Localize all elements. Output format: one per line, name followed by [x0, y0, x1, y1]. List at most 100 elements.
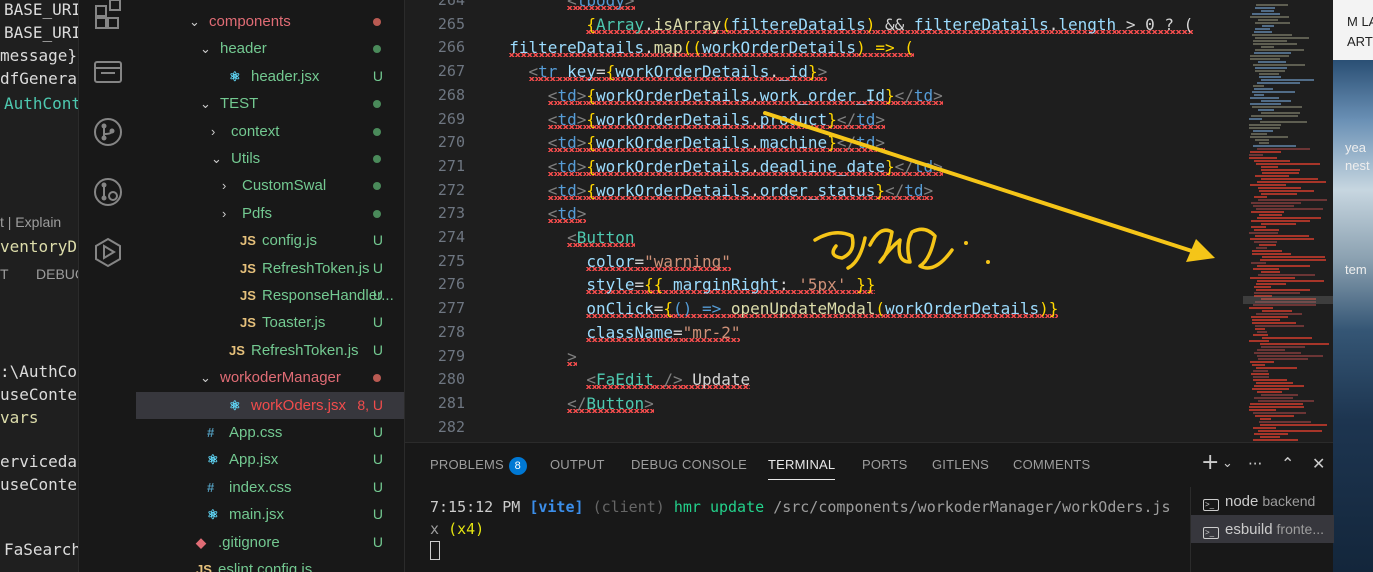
folder-row[interactable]: › Pdfs — [136, 200, 404, 227]
code-line[interactable]: {Array.isArray(filtereDatails) && filter… — [490, 13, 1194, 37]
code-line[interactable]: <td>{workOrderDetails.product}</td> — [490, 108, 885, 132]
file-row[interactable]: ⚛ main.jsx U — [136, 501, 404, 528]
code-line[interactable]: <tr key={workOrderDetails._id}> — [490, 60, 828, 84]
folder-row[interactable]: ⌄ header — [136, 35, 404, 62]
code-line[interactable]: <td>{workOrderDetails.machine}</td> — [490, 131, 885, 155]
file-row[interactable]: ◆ .gitignore U — [136, 529, 404, 556]
code-token: () => — [673, 299, 731, 319]
folder-row[interactable]: ⌄ Utils — [136, 145, 404, 172]
extensions-icon[interactable] — [92, 0, 124, 32]
minimap-line — [1261, 100, 1291, 102]
file-row[interactable]: JS RefreshToken.js U — [136, 255, 404, 282]
code-line[interactable]: <td> — [490, 202, 587, 226]
code-line[interactable]: > — [490, 345, 577, 369]
file-row[interactable]: JS config.js U — [136, 227, 404, 254]
folder-row[interactable]: ⌄ components — [136, 8, 404, 35]
folder-row[interactable]: › context — [136, 118, 404, 145]
code-line[interactable]: <td>{workOrderDetails.order_status}</td> — [490, 179, 934, 203]
code-line[interactable]: style={{ marginRight: '5px' }} — [490, 273, 876, 297]
code-area[interactable]: <tbody> {Array.isArray(filtereDatails) &… — [490, 0, 1243, 442]
code-line[interactable]: <FaEdit /> Update — [490, 368, 751, 392]
code-line[interactable]: onClick={() => openUpdateModal(workOrder… — [490, 297, 1059, 321]
file-row[interactable]: ⚛ workOders.jsx 8, U — [136, 391, 404, 419]
maximize-panel-icon[interactable]: ⌃ — [1281, 454, 1294, 473]
file-row[interactable]: # index.css U — [136, 474, 404, 501]
tab-terminal[interactable]: TERMINAL — [768, 457, 836, 480]
code-line[interactable]: filtereDatails.map((workOrderDetails) =>… — [490, 36, 914, 60]
live-share-icon[interactable] — [92, 236, 124, 268]
file-row[interactable]: JS ResponseHandler... U — [136, 282, 404, 309]
tab-problems[interactable]: PROBLEMS 8 — [430, 457, 527, 475]
minimap-line — [1250, 238, 1314, 240]
terminal-instance[interactable]: >_ esbuild fronte... — [1191, 515, 1334, 543]
file-row[interactable]: JS RefreshToken.js U — [136, 337, 404, 364]
javascript-icon: JS — [240, 260, 256, 276]
file-name: header.jsx — [251, 67, 320, 85]
minimap-slider[interactable] — [1243, 296, 1333, 304]
code-line[interactable]: <tbody> — [490, 0, 635, 13]
folder-name: Pdfs — [242, 204, 273, 222]
code-line[interactable]: <td>{workOrderDetails.deadline_date}</td… — [490, 155, 943, 179]
tab-ports[interactable]: PORTS — [862, 457, 908, 472]
tab-gitlens[interactable]: GITLENS — [932, 457, 989, 472]
code-token: { — [586, 156, 596, 176]
file-name: config.js — [262, 232, 318, 250]
git-status-badge: U — [372, 506, 383, 523]
minimap-line — [1259, 244, 1276, 246]
folder-name: workoderManager — [220, 369, 341, 387]
tab-output[interactable]: OUTPUT — [550, 457, 605, 472]
minimap-line — [1251, 115, 1298, 117]
minimap-line — [1249, 127, 1280, 129]
close-panel-icon[interactable]: ✕ — [1312, 454, 1325, 473]
code-token: { — [586, 133, 596, 153]
line-number: 268 — [437, 85, 465, 104]
code-line[interactable]: <td>{workOrderDetails.work_order_Id}</td… — [490, 84, 943, 108]
source-control-icon[interactable] — [92, 116, 124, 148]
line-number: 271 — [437, 156, 465, 175]
minimap-line — [1250, 361, 1274, 363]
folder-name: components — [209, 13, 291, 30]
tab-debug-console[interactable]: DEBUG CONSOLE — [631, 457, 747, 472]
code-line[interactable]: className="mr-2" — [490, 321, 741, 345]
code-token — [846, 275, 857, 295]
file-row[interactable]: JS Toaster.js U — [136, 309, 404, 336]
code-token: . — [1048, 14, 1059, 34]
code-token: ) — [1039, 299, 1049, 319]
code-line[interactable]: color="warning" — [490, 250, 731, 274]
folder-row[interactable]: › CustomSwal — [136, 172, 404, 199]
background-text: AuthCont — [4, 94, 78, 113]
minimap-line — [1254, 397, 1293, 399]
minimap-line — [1261, 169, 1300, 171]
git-graph-icon[interactable] — [92, 176, 124, 208]
code-line[interactable]: </Button> — [490, 392, 654, 416]
minimap-line — [1251, 133, 1267, 135]
more-actions-icon[interactable]: ··· — [1248, 455, 1262, 473]
code-token: filtereDatails — [730, 14, 866, 34]
file-row[interactable]: ⚛ App.jsx U — [136, 446, 404, 473]
chevron-down-icon: ⌄ — [211, 151, 222, 166]
terminal-profile-dropdown-icon[interactable]: ⌄ — [1222, 456, 1233, 471]
code-editor[interactable]: 264 265 266 267 268 269 270 271 272 273 274 275 276 2… — [405, 0, 1243, 442]
tab-comments[interactable]: COMMENTS — [1013, 457, 1090, 472]
file-row[interactable]: # App.css U — [136, 419, 404, 446]
code-line[interactable]: <Button — [490, 226, 635, 250]
folder-row[interactable]: ⌄ workoderManager — [136, 364, 404, 391]
file-name: Toaster.js — [262, 314, 326, 332]
new-terminal-icon[interactable]: + — [1201, 450, 1219, 475]
file-row[interactable]: JS eslint.config.js — [136, 556, 404, 572]
minimap-line — [1254, 160, 1290, 162]
file-row[interactable]: ⚛ header.jsx U — [136, 63, 404, 90]
tab-problems-label: PROBLEMS — [430, 457, 504, 472]
remote-explorer-icon[interactable] — [92, 56, 124, 88]
terminal-cursor[interactable] — [430, 541, 440, 560]
minimap[interactable] — [1243, 0, 1333, 442]
minimap-line — [1261, 46, 1274, 48]
code-token: ( — [875, 299, 885, 319]
folder-row[interactable]: ⌄ TEST — [136, 90, 404, 117]
terminal-instance[interactable]: >_ node backend — [1191, 487, 1334, 515]
